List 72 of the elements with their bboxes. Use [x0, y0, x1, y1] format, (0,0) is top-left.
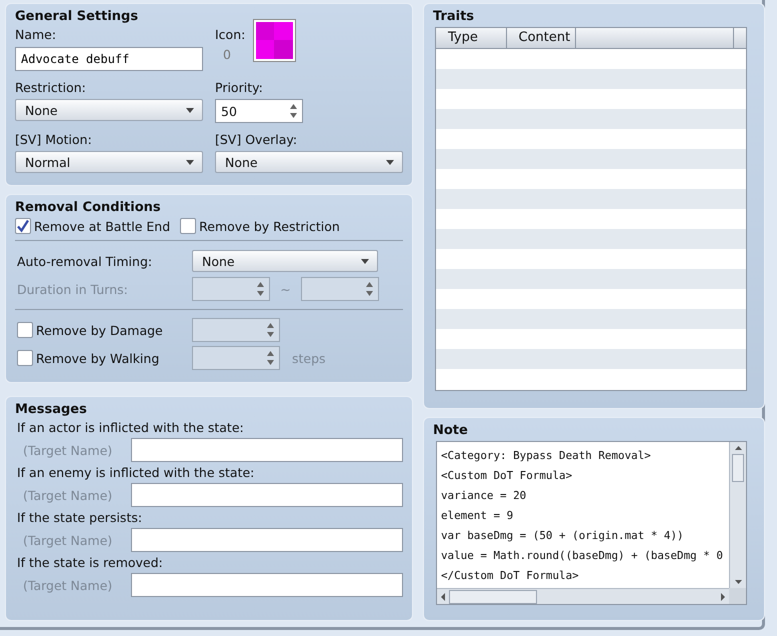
caret-icon: [186, 108, 194, 112]
caret-icon: [361, 258, 369, 264]
message-field[interactable]: [130, 528, 403, 552]
field-label: Icon:: [215, 27, 246, 42]
overlay-dropdown[interactable]: None: [215, 151, 403, 173]
number-spinner[interactable]: [192, 346, 280, 370]
icon-index: 0: [222, 47, 232, 62]
spin-arrows-icon[interactable]: [257, 282, 264, 296]
note-line: <Category: Bypass Death Removal>: [441, 448, 652, 464]
checkbox-label[interactable]: Remove by Restriction: [199, 218, 340, 234]
checkbox-label[interactable]: Remove at Battle End: [34, 218, 170, 234]
target-name-label: (Target Name): [22, 442, 114, 458]
panel-title: Traits: [433, 9, 476, 24]
number-spinner[interactable]: [301, 277, 379, 301]
panel-title: Removal Conditions: [15, 200, 162, 215]
scrollbar-thumb[interactable]: [732, 454, 744, 482]
note-text-area[interactable]: <Category: Bypass Death Removal> <Custom DoT Formula> variance = 20 element = 9 var baseDmg = (50 + (origin.mat * 4)) value = Math.round((baseDmg) + (baseDmg * 0 </Custom DoT Formula>: [436, 441, 747, 605]
checkbox[interactable]: [15, 218, 31, 234]
name-field[interactable]: Advocate debuff: [15, 47, 203, 71]
scrollbar-thumb[interactable]: [449, 590, 537, 604]
traits-table[interactable]: Type Content: [435, 27, 747, 391]
checkbox-label[interactable]: Remove by Walking: [36, 350, 160, 366]
caret-icon: [386, 160, 394, 164]
panel-title: Note: [433, 423, 469, 438]
unit-label: steps: [292, 350, 326, 366]
note-line: var baseDmg = (50 + (origin.mat * 4)): [441, 528, 685, 544]
field-label: [SV] Overlay:: [215, 132, 298, 147]
panel-title: General Settings: [15, 9, 140, 24]
note-line: </Custom DoT Formula>: [441, 568, 580, 584]
spin-arrows-icon[interactable]: [267, 351, 274, 365]
target-name-label: (Target Name): [22, 488, 114, 502]
note-line: element = 9: [441, 508, 514, 524]
checkbox[interactable]: [17, 350, 33, 366]
checkbox[interactable]: [17, 322, 33, 338]
message-field[interactable]: [130, 573, 403, 597]
horizontal-scrollbar[interactable]: [437, 588, 729, 604]
panel-title: Messages: [15, 402, 88, 417]
icon-preview[interactable]: [253, 19, 296, 62]
message-label: If the state is removed:: [17, 555, 164, 570]
number-spinner[interactable]: 50: [215, 99, 303, 123]
message-field[interactable]: [130, 438, 403, 462]
range-separator: ~: [279, 282, 292, 296]
column-header[interactable]: Type: [436, 28, 507, 48]
target-name-label: (Target Name): [22, 532, 114, 548]
spin-arrows-icon[interactable]: [267, 323, 274, 337]
number-spinner[interactable]: [192, 277, 270, 301]
caret-icon: [186, 160, 194, 164]
field-label: Priority:: [215, 80, 264, 95]
field-label: Restriction:: [15, 80, 87, 95]
vertical-scrollbar[interactable]: [729, 442, 746, 588]
checkbox[interactable]: [180, 218, 196, 234]
message-label: If an enemy is inflicted with the state:: [17, 465, 256, 480]
target-name-label: (Target Name): [22, 578, 114, 592]
message-label: If the state persists:: [17, 510, 144, 525]
spin-arrows-icon[interactable]: [290, 104, 297, 118]
note-line: <Custom DoT Formula>: [441, 468, 574, 484]
column-header[interactable]: Content: [506, 28, 576, 48]
restriction-dropdown[interactable]: None: [15, 99, 203, 121]
motion-dropdown[interactable]: Normal: [15, 151, 203, 173]
field-label: Auto-removal Timing:: [16, 254, 154, 268]
timing-dropdown[interactable]: None: [192, 250, 378, 272]
field-label: Name:: [15, 27, 58, 42]
message-label: If an actor is inflicted with the state:: [17, 420, 245, 435]
field-label: Duration in Turns:: [16, 282, 129, 296]
scrollbar-corner: [729, 588, 746, 604]
note-line: variance = 20: [441, 488, 528, 504]
checkbox-label[interactable]: Remove by Damage: [36, 322, 163, 338]
number-spinner[interactable]: [192, 318, 280, 342]
note-line: value = Math.round((baseDmg) + (baseDmg * 0: [441, 548, 724, 564]
message-field[interactable]: [130, 483, 403, 507]
field-label: [SV] Motion:: [15, 132, 93, 147]
spin-arrows-icon[interactable]: [366, 282, 373, 296]
